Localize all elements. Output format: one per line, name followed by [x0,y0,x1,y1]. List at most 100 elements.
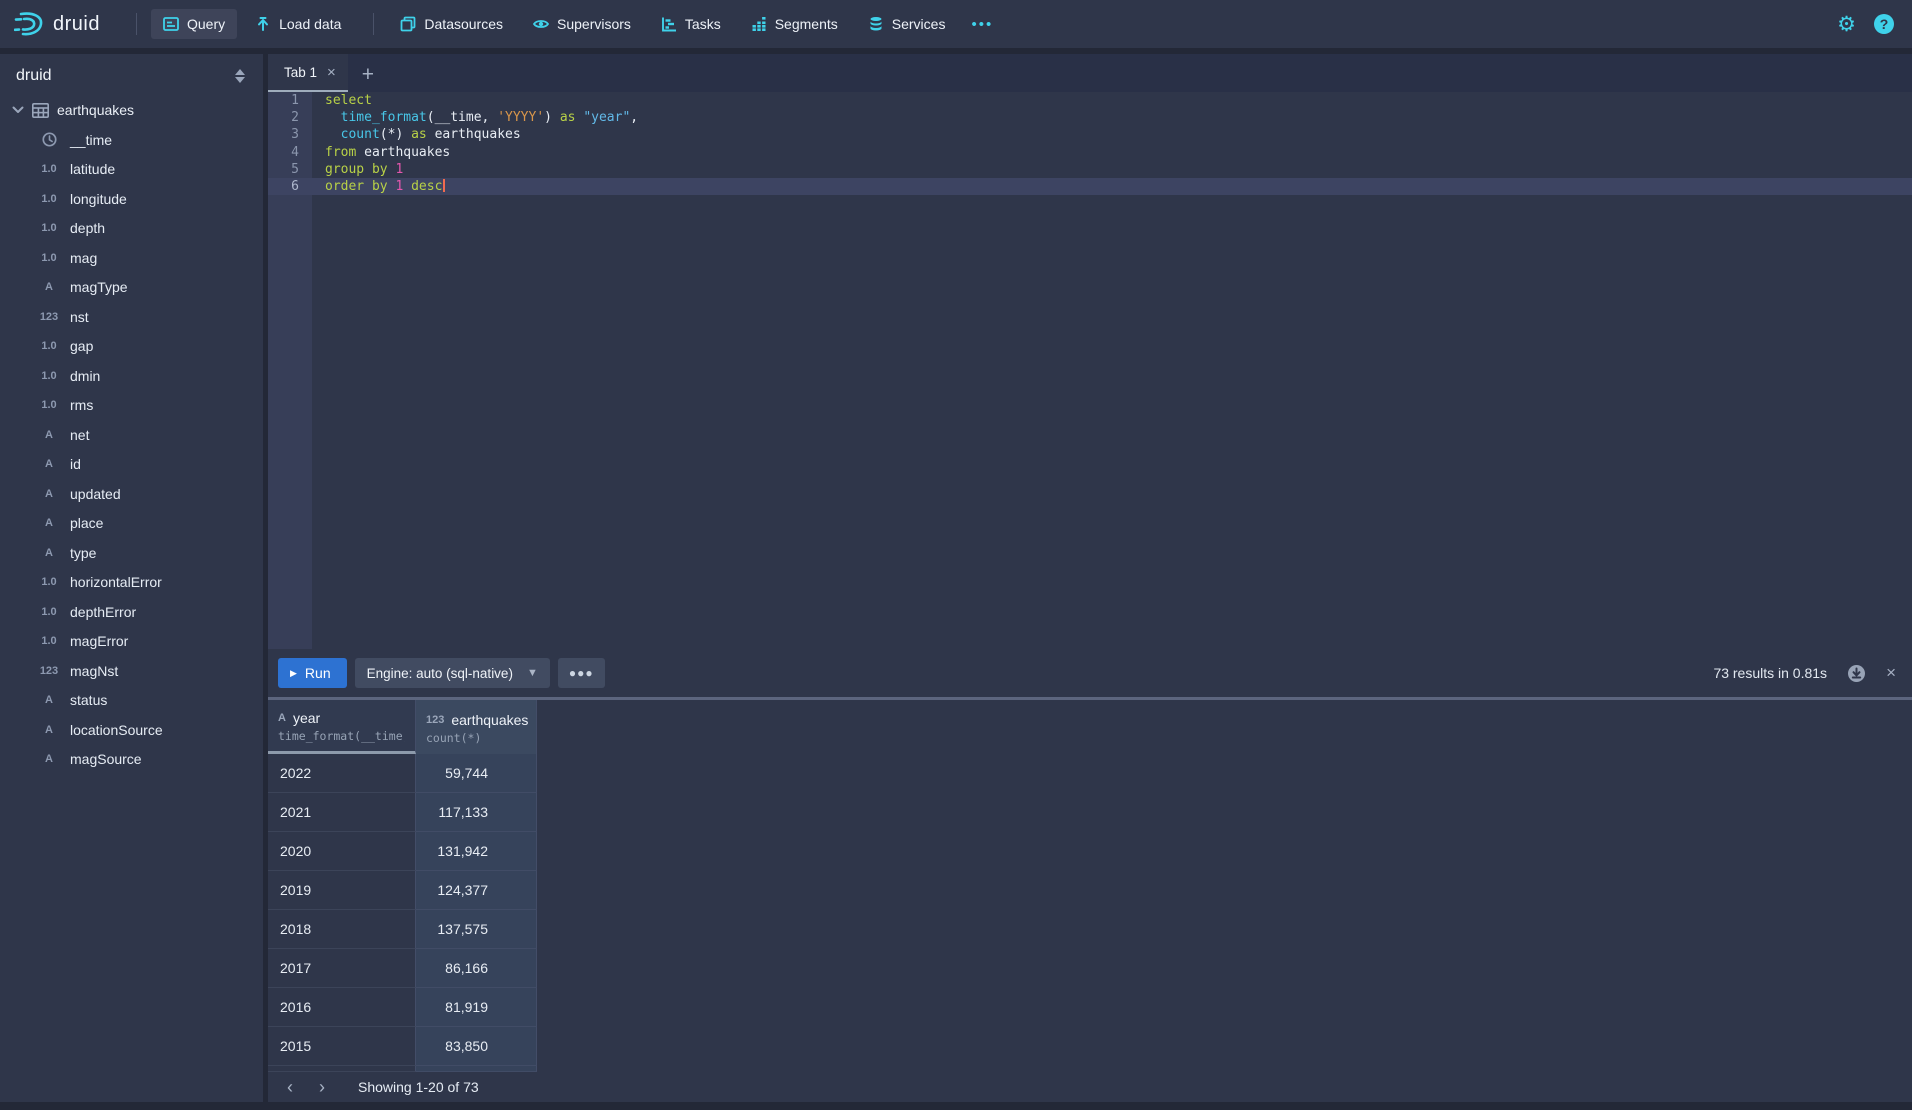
tree-table-earthquakes[interactable]: earthquakes [0,95,263,125]
sidebar-column-depth[interactable]: 1.0depth [0,214,263,244]
nav-item-label: Services [892,16,946,32]
code-text: order by 1 desc [312,178,445,195]
cell-earthquakes[interactable]: 86,166 [416,949,537,988]
cell-year[interactable]: 2016 [268,988,416,1027]
cell-earthquakes[interactable]: 124,377 [416,871,537,910]
sidebar-column-dmin[interactable]: 1.0dmin [0,361,263,391]
sidebar-column-horizontalError[interactable]: 1.0horizontalError [0,568,263,598]
column-header-year[interactable]: Ayear time_format(__time, … [268,700,416,754]
column-label: horizontalError [70,574,162,590]
table-row[interactable]: 2018137,575 [268,910,1912,949]
code-line-5[interactable]: 5group by 1 [268,161,1912,178]
time-type-icon [37,132,61,147]
run-button-label: Run [305,665,331,681]
druid-logo[interactable]: druid [14,11,100,37]
prev-page-icon[interactable]: ‹ [276,1075,304,1099]
download-icon[interactable] [1847,664,1866,683]
sidebar-column-__time[interactable]: __time [0,125,263,155]
cell-year[interactable]: 2018 [268,910,416,949]
sidebar-column-updated[interactable]: Aupdated [0,479,263,509]
sidebar-column-rms[interactable]: 1.0rms [0,391,263,421]
query-more-button[interactable]: ●●● [558,658,605,688]
schema-sidebar: druid earthquakes __time1.0latitude1.0lo… [0,54,263,1102]
sidebar-column-status[interactable]: Astatus [0,686,263,716]
code-line-4[interactable]: 4from earthquakes [268,144,1912,161]
code-lines: 1select2 time_format(__time, 'YYYY') as … [268,92,1912,195]
nav-item-query[interactable]: Query [151,9,237,39]
table-row[interactable]: 201681,919 [268,988,1912,1027]
table-row[interactable]: 2021117,133 [268,793,1912,832]
cell-earthquakes[interactable]: 117,133 [416,793,537,832]
table-row[interactable]: 201583,850 [268,1027,1912,1066]
sidebar-column-magSource[interactable]: AmagSource [0,745,263,775]
sidebar-column-mag[interactable]: 1.0mag [0,243,263,273]
cell-year[interactable]: 2017 [268,949,416,988]
cell-earthquakes[interactable]: 83,850 [416,1027,537,1066]
sql-editor[interactable]: 1select2 time_format(__time, 'YYYY') as … [268,92,1912,649]
sidebar-column-magError[interactable]: 1.0magError [0,627,263,657]
cell-earthquakes[interactable]: 81,919 [416,988,537,1027]
line-number: 1 [268,92,312,109]
close-results-icon[interactable]: × [1886,663,1896,683]
tab-tab1[interactable]: Tab 1 × [268,54,348,92]
next-page-icon[interactable]: › [308,1075,336,1099]
nav-item-segments[interactable]: Segments [739,9,850,39]
code-line-2[interactable]: 2 time_format(__time, 'YYYY') as "year", [268,109,1912,126]
nav-item-services[interactable]: Services [856,9,958,39]
tab-close-icon[interactable]: × [327,64,336,81]
sidebar-column-locationSource[interactable]: AlocationSource [0,715,263,745]
cell-earthquakes[interactable]: 137,575 [416,910,537,949]
run-button[interactable]: ▶ Run [278,658,347,688]
table-row[interactable]: 2019124,377 [268,871,1912,910]
sidebar-column-gap[interactable]: 1.0gap [0,332,263,362]
code-line-1[interactable]: 1select [268,92,1912,109]
settings-gear-icon[interactable]: ⚙ [1837,14,1856,35]
sidebar-column-type[interactable]: Atype [0,538,263,568]
sidebar-column-depthError[interactable]: 1.0depthError [0,597,263,627]
cell-earthquakes[interactable]: 59,744 [416,754,537,793]
column-label: id [70,456,81,472]
sidebar-column-latitude[interactable]: 1.0latitude [0,155,263,185]
nav-item-label: Supervisors [557,16,631,32]
float-type-icon: 1.0 [37,252,61,264]
nav-item-tasks[interactable]: Tasks [649,9,733,39]
nav-item-supervisors[interactable]: Supervisors [521,9,643,39]
nav-item-load-data[interactable]: Load data [243,9,353,39]
column-header-earthquakes[interactable]: 123earthquakes count(*) [416,700,537,754]
cell-year[interactable]: 2019 [268,871,416,910]
gutter-fill [268,195,1912,649]
column-label: net [70,427,89,443]
table-row[interactable]: 2020131,942 [268,832,1912,871]
sidebar-column-net[interactable]: Anet [0,420,263,450]
column-label: status [70,692,107,708]
cell-earthquakes[interactable]: 131,942 [416,832,537,871]
cell-year[interactable]: 2021 [268,793,416,832]
sidebar-column-magType[interactable]: AmagType [0,273,263,303]
nav-more-button[interactable]: ••• [963,10,1001,39]
sidebar-column-magNst[interactable]: 123magNst [0,656,263,686]
sort-toggle-icon[interactable] [233,67,247,85]
help-icon[interactable]: ? [1874,14,1894,34]
nav-item-label: Datasources [424,16,503,32]
float-type-icon: 1.0 [37,399,61,411]
nav-item-datasources[interactable]: Datasources [388,9,515,39]
engine-label: Engine: auto (sql-native) [367,666,513,681]
column-label: longitude [70,191,127,207]
table-row[interactable]: 202259,744 [268,754,1912,793]
cell-year[interactable]: 2015 [268,1027,416,1066]
code-line-3[interactable]: 3 count(*) as earthquakes [268,126,1912,143]
sidebar-column-place[interactable]: Aplace [0,509,263,539]
column-label: nst [70,309,89,325]
add-tab-button[interactable]: + [348,58,388,92]
gantt-icon [661,16,677,32]
table-row[interactable]: 201786,166 [268,949,1912,988]
code-line-6[interactable]: 6order by 1 desc [268,178,1912,195]
cell-year[interactable]: 2020 [268,832,416,871]
eye-icon [533,16,549,32]
engine-select-button[interactable]: Engine: auto (sql-native) ▼ [355,658,550,688]
cell-year[interactable]: 2022 [268,754,416,793]
pagination-label: Showing 1-20 of 73 [358,1079,479,1095]
sidebar-column-id[interactable]: Aid [0,450,263,480]
sidebar-column-nst[interactable]: 123nst [0,302,263,332]
sidebar-column-longitude[interactable]: 1.0longitude [0,184,263,214]
